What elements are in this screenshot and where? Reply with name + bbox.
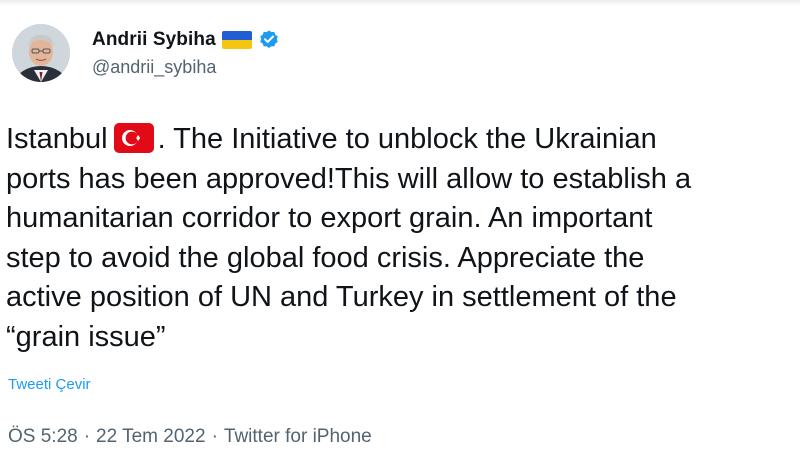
tweet-text-line-4: step to avoid the global food crisis. Ap… (6, 241, 645, 274)
avatar-image (12, 24, 70, 82)
meta-separator: · (83, 426, 91, 447)
tweet-text-line-1: Istanbul . The Initiative to unblock the … (6, 120, 800, 160)
tweet-date[interactable]: 22 Tem 2022 (96, 426, 206, 447)
tweet-text-istanbul: Istanbul (6, 123, 108, 155)
tweet-text-line-5: active position of UN and Turkey in sett… (6, 281, 677, 313)
tweet-text-line-2: ports has been approved!This will allow … (6, 162, 692, 195)
tweet-text-line-1-rest: . The Initiative to unblock the Ukrainia… (157, 123, 657, 155)
avatar[interactable] (12, 24, 70, 82)
tweet-card: Andrii Sybiha @andrii_sybiha Istanbul . … (0, 0, 800, 450)
tweet-text: Istanbul . The Initiative to unblock the … (6, 120, 800, 357)
tweet-text-line-3: humanitarian corridor to export grain. A… (6, 202, 653, 234)
author-handle[interactable]: @andrii_sybiha (92, 57, 280, 78)
tweet-time[interactable]: ÖS 5:28 (8, 426, 78, 447)
tweet-header: Andrii Sybiha @andrii_sybiha (12, 24, 280, 82)
tweet-source[interactable]: Twitter for iPhone (224, 426, 372, 447)
author-names: Andrii Sybiha @andrii_sybiha (92, 29, 280, 78)
translate-tweet-link[interactable]: Tweeti Çevir (8, 376, 91, 393)
verified-badge-icon (258, 29, 280, 51)
top-edge-shadow (0, 0, 800, 6)
author-display-name[interactable]: Andrii Sybiha (92, 29, 216, 51)
meta-separator: · (211, 426, 218, 447)
ukraine-flag-icon (221, 30, 252, 50)
turkey-flag-icon (113, 123, 154, 153)
tweet-meta: ÖS 5:28 · 22 Tem 2022 · Twitter for iPhone (8, 426, 372, 448)
name-row: Andrii Sybiha (92, 29, 280, 51)
tweet-text-line-6: “grain issue” (6, 320, 166, 353)
